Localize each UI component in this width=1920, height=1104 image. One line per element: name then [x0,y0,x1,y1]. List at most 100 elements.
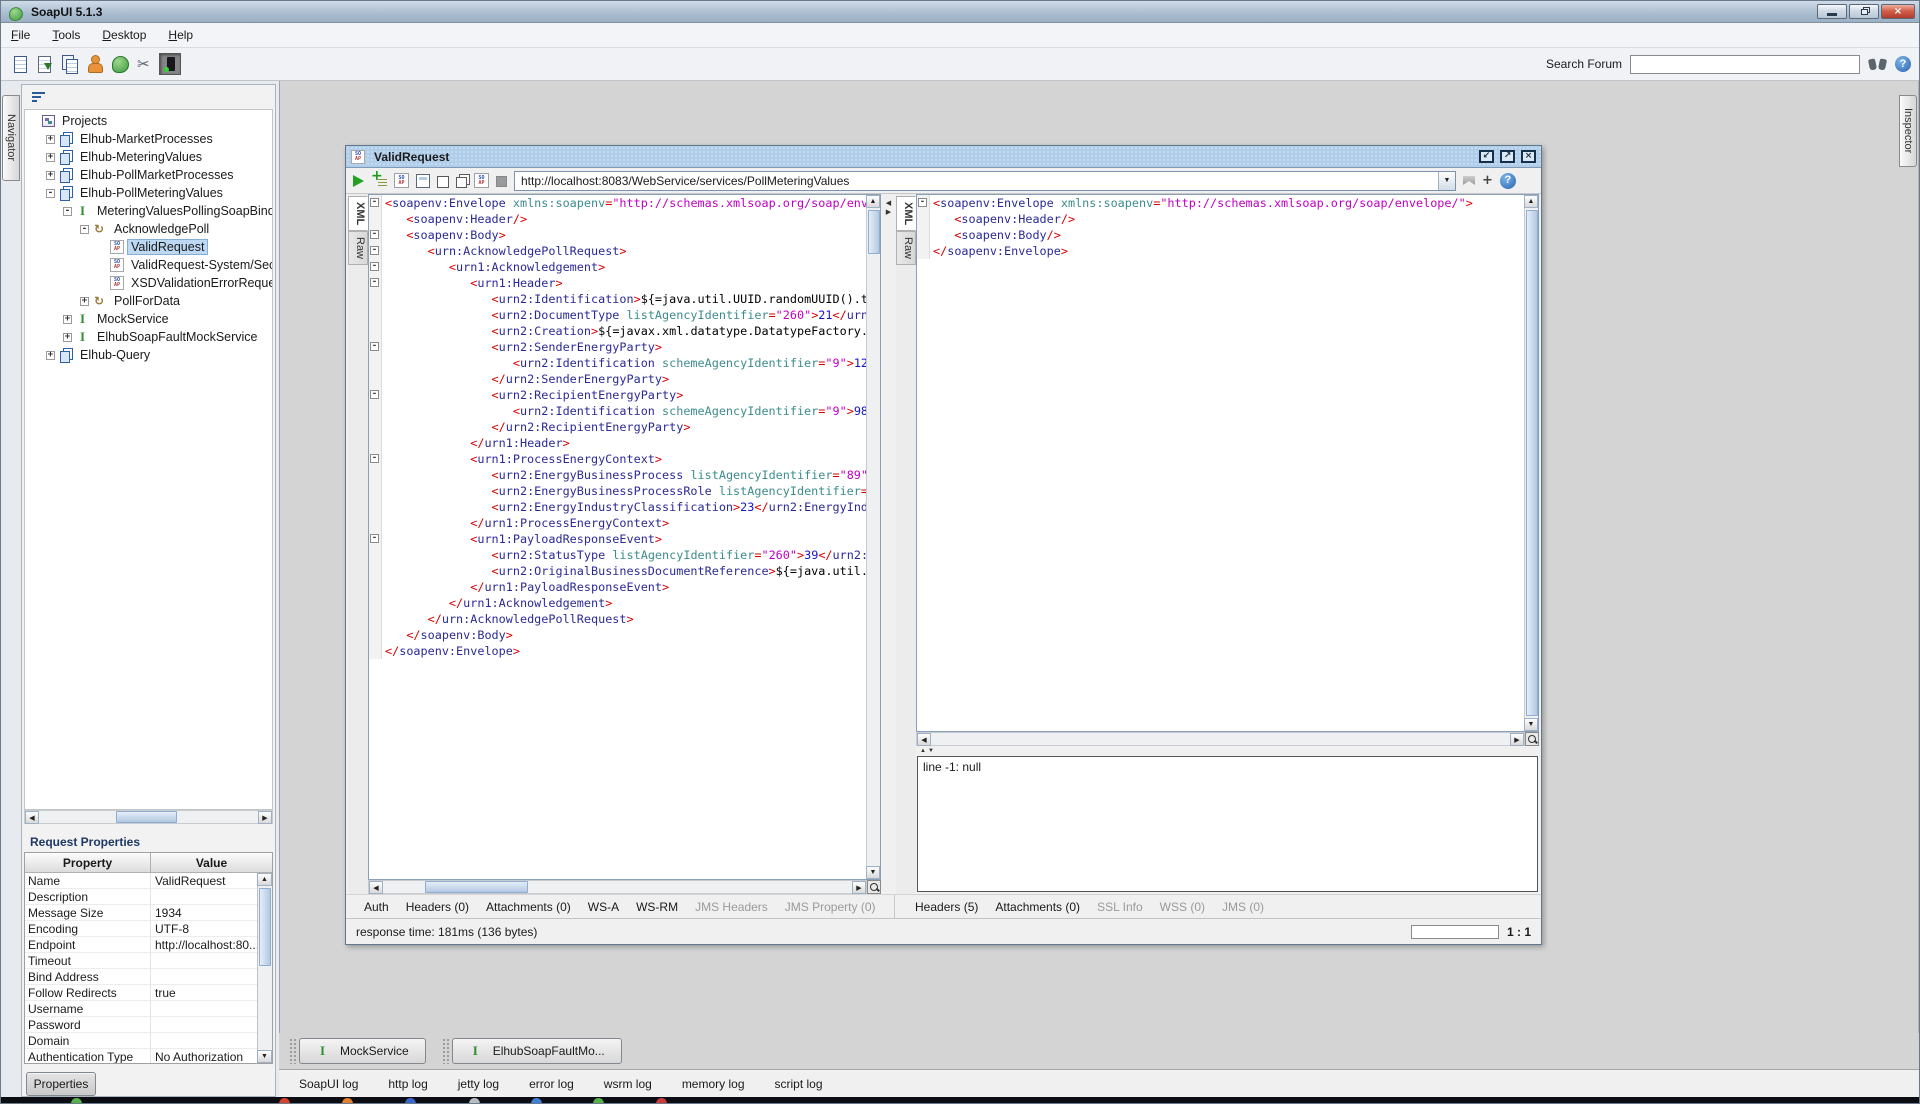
column-header-property[interactable]: Property [25,853,151,872]
clear-request-icon[interactable] [437,176,449,188]
collapse-icon[interactable]: - [46,189,55,198]
log-tab-error-log[interactable]: error log [529,1077,574,1091]
add-to-testcase-icon[interactable] [371,173,387,189]
scroll-left-icon[interactable]: ◀ [917,733,931,746]
add-endpoint-icon[interactable]: + [1482,174,1493,187]
taskbar-icon[interactable] [71,1098,82,1104]
property-row[interactable]: Bind Address [25,969,272,985]
property-row[interactable]: Domain [25,1033,272,1049]
log-tab-wsrm-log[interactable]: wsrm log [604,1077,652,1091]
drag-grip-icon[interactable] [442,1038,449,1064]
collapse-icon[interactable]: - [63,207,72,216]
tree-item-xsdvalidationerrorrequest[interactable]: XSDValidationErrorRequest [25,274,272,292]
expand-icon[interactable]: + [80,297,89,306]
tree-item-elhub-marketprocesses[interactable]: +Elhub-MarketProcesses [25,130,272,148]
fold-collapse-icon[interactable]: - [370,230,379,239]
fold-collapse-icon[interactable]: - [370,534,379,543]
scroll-left-icon[interactable]: ◀ [369,881,383,894]
response-raw-tab[interactable]: Raw [896,231,916,265]
import-project-icon[interactable] [34,53,56,75]
scrollbar-thumb[interactable] [259,888,271,966]
taskbar-icon[interactable] [593,1098,604,1104]
close-button[interactable]: × [1881,4,1915,19]
tree-item-meteringvaluespollingsoapbinding[interactable]: -MeteringValuesPollingSoapBinding [25,202,272,220]
property-row[interactable]: Authentication TypeNo Authorization [25,1049,272,1064]
endpoint-combo[interactable]: http://localhost:8083/WebService/service… [514,171,1456,191]
request-tab-headers-0[interactable]: Headers (0) [406,900,469,914]
help-icon[interactable]: ? [1895,56,1911,72]
property-row[interactable]: NameValidRequest [25,873,272,889]
chevron-down-icon[interactable]: ▼ [1438,172,1455,190]
minimized-window-button[interactable]: MockService [299,1038,426,1064]
search-forum-input[interactable] [1630,55,1860,74]
soapui-home-icon[interactable] [109,53,131,75]
taskbar-icon[interactable] [279,1098,290,1104]
window-close-icon[interactable]: × [1521,150,1536,163]
scrollbar-thumb[interactable] [116,811,177,823]
expand-icon[interactable]: + [63,333,72,342]
fold-collapse-icon[interactable]: - [918,198,927,207]
property-row[interactable]: Endpointhttp://localhost:80... [25,937,272,953]
property-row[interactable]: EncodingUTF-8 [25,921,272,937]
caret-position-input[interactable] [1411,925,1499,939]
properties-button[interactable]: Properties [26,1072,96,1096]
expand-icon[interactable]: + [63,315,72,324]
log-tab-jetty-log[interactable]: jetty log [458,1077,499,1091]
fold-collapse-icon[interactable]: - [370,454,379,463]
properties-vertical-scrollbar[interactable]: ▲ ▼ [257,873,272,1063]
search-icon[interactable] [1868,57,1887,72]
request-window-titlebar[interactable]: ValidRequest ↙ ↗ × [346,146,1541,168]
editor-splitter[interactable]: ◀ ▶ [881,194,896,894]
minimized-window-button[interactable]: ElhubSoapFaultMo... [452,1038,622,1064]
scroll-down-icon[interactable]: ▼ [257,1050,272,1063]
response-horizontal-scrollbar[interactable]: ◀ ▶ [916,732,1525,746]
taskbar-icon[interactable] [342,1098,353,1104]
property-row[interactable]: Description [25,889,272,905]
scrollbar-thumb[interactable] [1526,210,1538,716]
property-row[interactable]: Follow Redirectstrue [25,985,272,1001]
response-vertical-scrollbar[interactable]: ▲ ▼ [1524,195,1538,731]
log-tab-script-log[interactable]: script log [775,1077,823,1091]
log-splitter[interactable]: ▲ ▼ [916,746,1539,756]
scroll-up-icon[interactable]: ▲ [866,195,880,208]
inspector-tab[interactable]: Inspector [1899,95,1917,167]
taskbar-icon[interactable] [469,1098,480,1104]
scroll-right-icon[interactable]: ▶ [258,811,272,824]
create-empty-request-icon[interactable] [416,174,430,188]
menu-desktop[interactable]: Desktop [102,28,146,42]
log-tab-http-log[interactable]: http log [388,1077,427,1091]
window-unmaximize-icon[interactable]: ↙ [1479,150,1494,163]
fold-collapse-icon[interactable]: - [370,390,379,399]
scroll-right-icon[interactable]: ▶ [852,881,866,894]
fold-collapse-icon[interactable]: - [370,278,379,287]
tree-item-elhub-query[interactable]: +Elhub-Query [25,346,272,364]
expand-icon[interactable]: + [46,135,55,144]
tree-item-validrequest[interactable]: ValidRequest [25,238,272,256]
recreate-request-icon[interactable] [394,173,409,188]
scroll-down-icon[interactable]: ▼ [866,866,880,879]
tree-item-elhub-pollmarketprocesses[interactable]: +Elhub-PollMarketProcesses [25,166,272,184]
response-xml-content[interactable]: -<soapenv:Envelope xmlns:soapenv="http:/… [917,195,1524,731]
taskbar-icon[interactable] [405,1098,416,1104]
collapse-icon[interactable]: - [80,225,89,234]
property-row[interactable]: Password [25,1017,272,1033]
expand-icon[interactable]: + [46,171,55,180]
submit-request-icon[interactable] [353,175,364,187]
fold-collapse-icon[interactable]: - [370,342,379,351]
tree-item-validrequest-system-securi[interactable]: ValidRequest-System/Securi [25,256,272,274]
windows-taskbar[interactable] [1,1097,1919,1104]
request-tab-auth[interactable]: Auth [364,900,389,914]
window-maximize-icon[interactable]: ↗ [1500,150,1515,163]
tree-item-elhubsoapfaultmockservice[interactable]: +ElhubSoapFaultMockService [25,328,272,346]
request-tab-ws-a[interactable]: WS-A [588,900,619,914]
scroll-left-icon[interactable]: ◀ [25,811,39,824]
request-tab-attachments-0[interactable]: Attachments (0) [486,900,571,914]
request-horizontal-scrollbar[interactable]: ◀ ▶ [368,880,867,894]
log-tab-memory-log[interactable]: memory log [682,1077,745,1091]
scroll-down-icon[interactable]: ▼ [1524,718,1538,731]
request-xml-tab[interactable]: XML [348,196,368,231]
menu-tools[interactable]: Tools [52,28,80,42]
tree-item-pollfordata[interactable]: +PollForData [25,292,272,310]
proxy-icon[interactable] [159,53,181,75]
navigator-tab[interactable]: Navigator [2,95,20,181]
